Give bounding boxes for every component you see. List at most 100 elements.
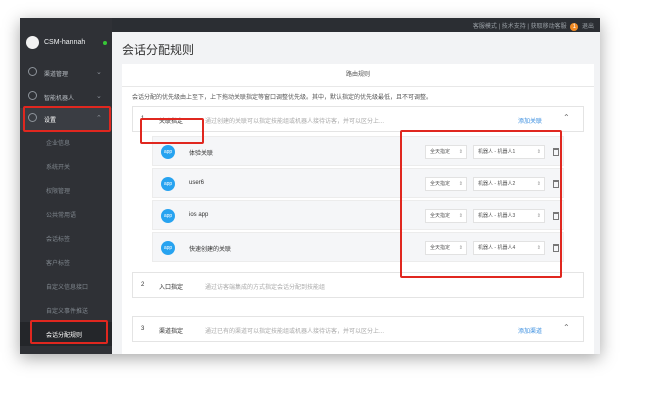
chevron-up-icon[interactable]: ⌃ [563, 323, 570, 332]
top-links[interactable]: 客服模式 | 技术支持 | 获取移动客服 1 退出 [473, 21, 594, 31]
app-icon: app [161, 241, 175, 255]
user-name: CSM-hannah [44, 39, 86, 46]
sidebar-subitem-label: 公共常用语 [46, 213, 77, 219]
robot-select[interactable]: 机器人 - 机器人1 ⇕ [473, 145, 545, 159]
sidebar-subitem[interactable]: ... [20, 344, 112, 354]
schedule-select-value: 全天指定 [430, 181, 451, 187]
sidebar-item-label: 设置 [44, 118, 57, 124]
user-profile[interactable]: CSM-hannah [20, 32, 112, 56]
app-icon: app [161, 145, 175, 159]
avatar[interactable] [26, 36, 39, 49]
robot-select[interactable]: 机器人 - 机器人4 ⇕ [473, 241, 545, 255]
chevron-updown-icon: ⇕ [458, 213, 463, 219]
chevron-updown-icon: ⇕ [458, 149, 463, 155]
trash-icon[interactable] [553, 212, 559, 220]
section-hint: 通过创建的关联可以指定技能组或机器人接待访客，并可以区分上... [205, 119, 385, 125]
sidebar-subitem[interactable]: 会话标签 [20, 226, 112, 250]
sidebar-item-label: 智能机器人 [44, 96, 75, 102]
section-number: 1 [141, 116, 145, 122]
schedule-select[interactable]: 全天指定 ⇕ [425, 145, 467, 159]
section-number: 3 [141, 326, 145, 332]
sidebar-subitem-label: 客户标签 [46, 261, 71, 267]
association-name: 体验关联 [189, 151, 214, 157]
sidebar-subitem-label: 会话标签 [46, 237, 71, 243]
schedule-select[interactable]: 全天指定 ⇕ [425, 241, 467, 255]
association-row[interactable]: app ios app 全天指定 ⇕ 机器人 - 机器人3 ⇕ [152, 200, 564, 230]
association-name: 快速创建的关联 [189, 247, 232, 253]
chevron-updown-icon: ⇕ [536, 181, 541, 187]
routing-card: 路由规则 会话分配的优先级由上至下，上下拖动关联指定等窗口调整优先级。其中，默认… [122, 64, 594, 354]
sidebar-subitem-label: ... [46, 352, 51, 354]
sidebar-subitem[interactable]: 系统开关 [20, 154, 112, 178]
sidebar-item-channels[interactable]: 渠道管理 ⌄ [20, 62, 112, 84]
chevron-updown-icon: ⇕ [536, 213, 541, 219]
channel-icon [28, 67, 37, 76]
priority-description: 会话分配的优先级由上至下，上下拖动关联指定等窗口调整优先级。其中，默认指定的优先… [132, 95, 433, 101]
add-association-link[interactable]: 添加关联 [518, 116, 542, 125]
sidebar-subitem[interactable]: 自定义事件推送 [20, 298, 112, 322]
chevron-updown-icon: ⇕ [458, 181, 463, 187]
app-icon: app [161, 177, 175, 191]
section-name: 关联指定 [159, 119, 184, 125]
sidebar-subitem-label: 自定义信息接口 [46, 285, 89, 291]
schedule-select-value: 全天指定 [430, 245, 451, 251]
sidebar-item-robot[interactable]: 智能机器人 ⌄ [20, 86, 112, 108]
association-name: ios app [189, 212, 209, 218]
chevron-up-icon[interactable]: ⌃ [563, 113, 570, 122]
chevron-up-icon: ⌃ [96, 115, 102, 122]
add-channel-link[interactable]: 添加渠道 [518, 326, 542, 335]
chevron-updown-icon: ⇕ [536, 149, 541, 155]
logout-link[interactable]: 退出 [582, 24, 594, 30]
online-status-icon [103, 41, 107, 45]
section-name: 入口指定 [159, 285, 184, 291]
association-row[interactable]: app 快速创建的关联 全天指定 ⇕ 机器人 - 机器人4 ⇕ [152, 232, 564, 262]
sidebar-subitem-label: 系统开关 [46, 165, 71, 171]
section-entry[interactable]: 2 入口指定 通过访客端集成的方式指定会话分配到技能组 [132, 272, 584, 298]
sidebar-subitem-label: 权限管理 [46, 189, 71, 195]
app-icon: app [161, 209, 175, 223]
page-title: 会话分配规则 [122, 43, 195, 57]
trash-icon[interactable] [553, 180, 559, 188]
sidebar-subitem-routing-rules[interactable]: 会话分配规则 [20, 322, 112, 346]
trash-icon[interactable] [553, 148, 559, 156]
sidebar-subitem[interactable]: 权限管理 [20, 178, 112, 202]
sidebar-item-settings[interactable]: 设置 ⌃ [20, 108, 112, 130]
chevron-updown-icon: ⇕ [536, 245, 541, 251]
section-association[interactable]: 1 关联指定 通过创建的关联可以指定技能组或机器人接待访客，并可以区分上... … [132, 106, 584, 132]
card-title: 路由规则 [122, 64, 594, 87]
association-row[interactable]: app 体验关联 全天指定 ⇕ 机器人 - 机器人1 ⇕ [152, 136, 564, 166]
chevron-updown-icon: ⇕ [458, 245, 463, 251]
robot-select[interactable]: 机器人 - 机器人2 ⇕ [473, 177, 545, 191]
association-row[interactable]: app user6 全天指定 ⇕ 机器人 - 机器人2 ⇕ [152, 168, 564, 198]
sidebar-subitem[interactable]: 企业信息 [20, 130, 112, 154]
gear-icon [28, 113, 37, 122]
main-content: 会话分配规则 路由规则 会话分配的优先级由上至下，上下拖动关联指定等窗口调整优先… [112, 32, 600, 354]
robot-select[interactable]: 机器人 - 机器人3 ⇕ [473, 209, 545, 223]
sidebar-subitem[interactable]: 客户标签 [20, 250, 112, 274]
section-channel[interactable]: 3 渠道指定 通过已有的渠道可以指定技能组或机器人接待访客，并可以区分上... … [132, 316, 584, 342]
sidebar-subitem-label: 自定义事件推送 [46, 309, 89, 315]
trash-icon[interactable] [553, 244, 559, 252]
association-name: user6 [189, 180, 205, 186]
schedule-select[interactable]: 全天指定 ⇕ [425, 209, 467, 223]
robot-icon [28, 91, 37, 100]
chevron-down-icon: ⌄ [96, 93, 102, 100]
schedule-select-value: 全天指定 [430, 213, 451, 219]
section-hint: 通过访客端集成的方式指定会话分配到技能组 [205, 285, 326, 291]
schedule-select[interactable]: 全天指定 ⇕ [425, 177, 467, 191]
section-name: 渠道指定 [159, 329, 184, 335]
robot-select-value: 机器人 - 机器人1 [478, 149, 516, 155]
robot-select-value: 机器人 - 机器人4 [478, 245, 516, 251]
section-hint: 通过已有的渠道可以指定技能组或机器人接待访客，并可以区分上... [205, 329, 385, 335]
section-number: 2 [141, 282, 145, 288]
robot-select-value: 机器人 - 机器人3 [478, 213, 516, 219]
sidebar-item-label: 渠道管理 [44, 72, 69, 78]
sidebar-subitem-label: 企业信息 [46, 141, 71, 147]
chevron-down-icon: ⌄ [96, 69, 102, 76]
top-links-text[interactable]: 客服模式 | 技术支持 | 获取移动客服 [473, 24, 567, 30]
sidebar-subitem[interactable]: 自定义信息接口 [20, 274, 112, 298]
sidebar-subitem[interactable]: 公共常用语 [20, 202, 112, 226]
notification-badge[interactable]: 1 [570, 23, 579, 31]
sidebar: CSM-hannah 渠道管理 ⌄ 智能机器人 ⌄ 设置 ⌃ 企业信息 系统开关… [20, 18, 112, 354]
sidebar-subitem-label: 会话分配规则 [46, 333, 83, 339]
